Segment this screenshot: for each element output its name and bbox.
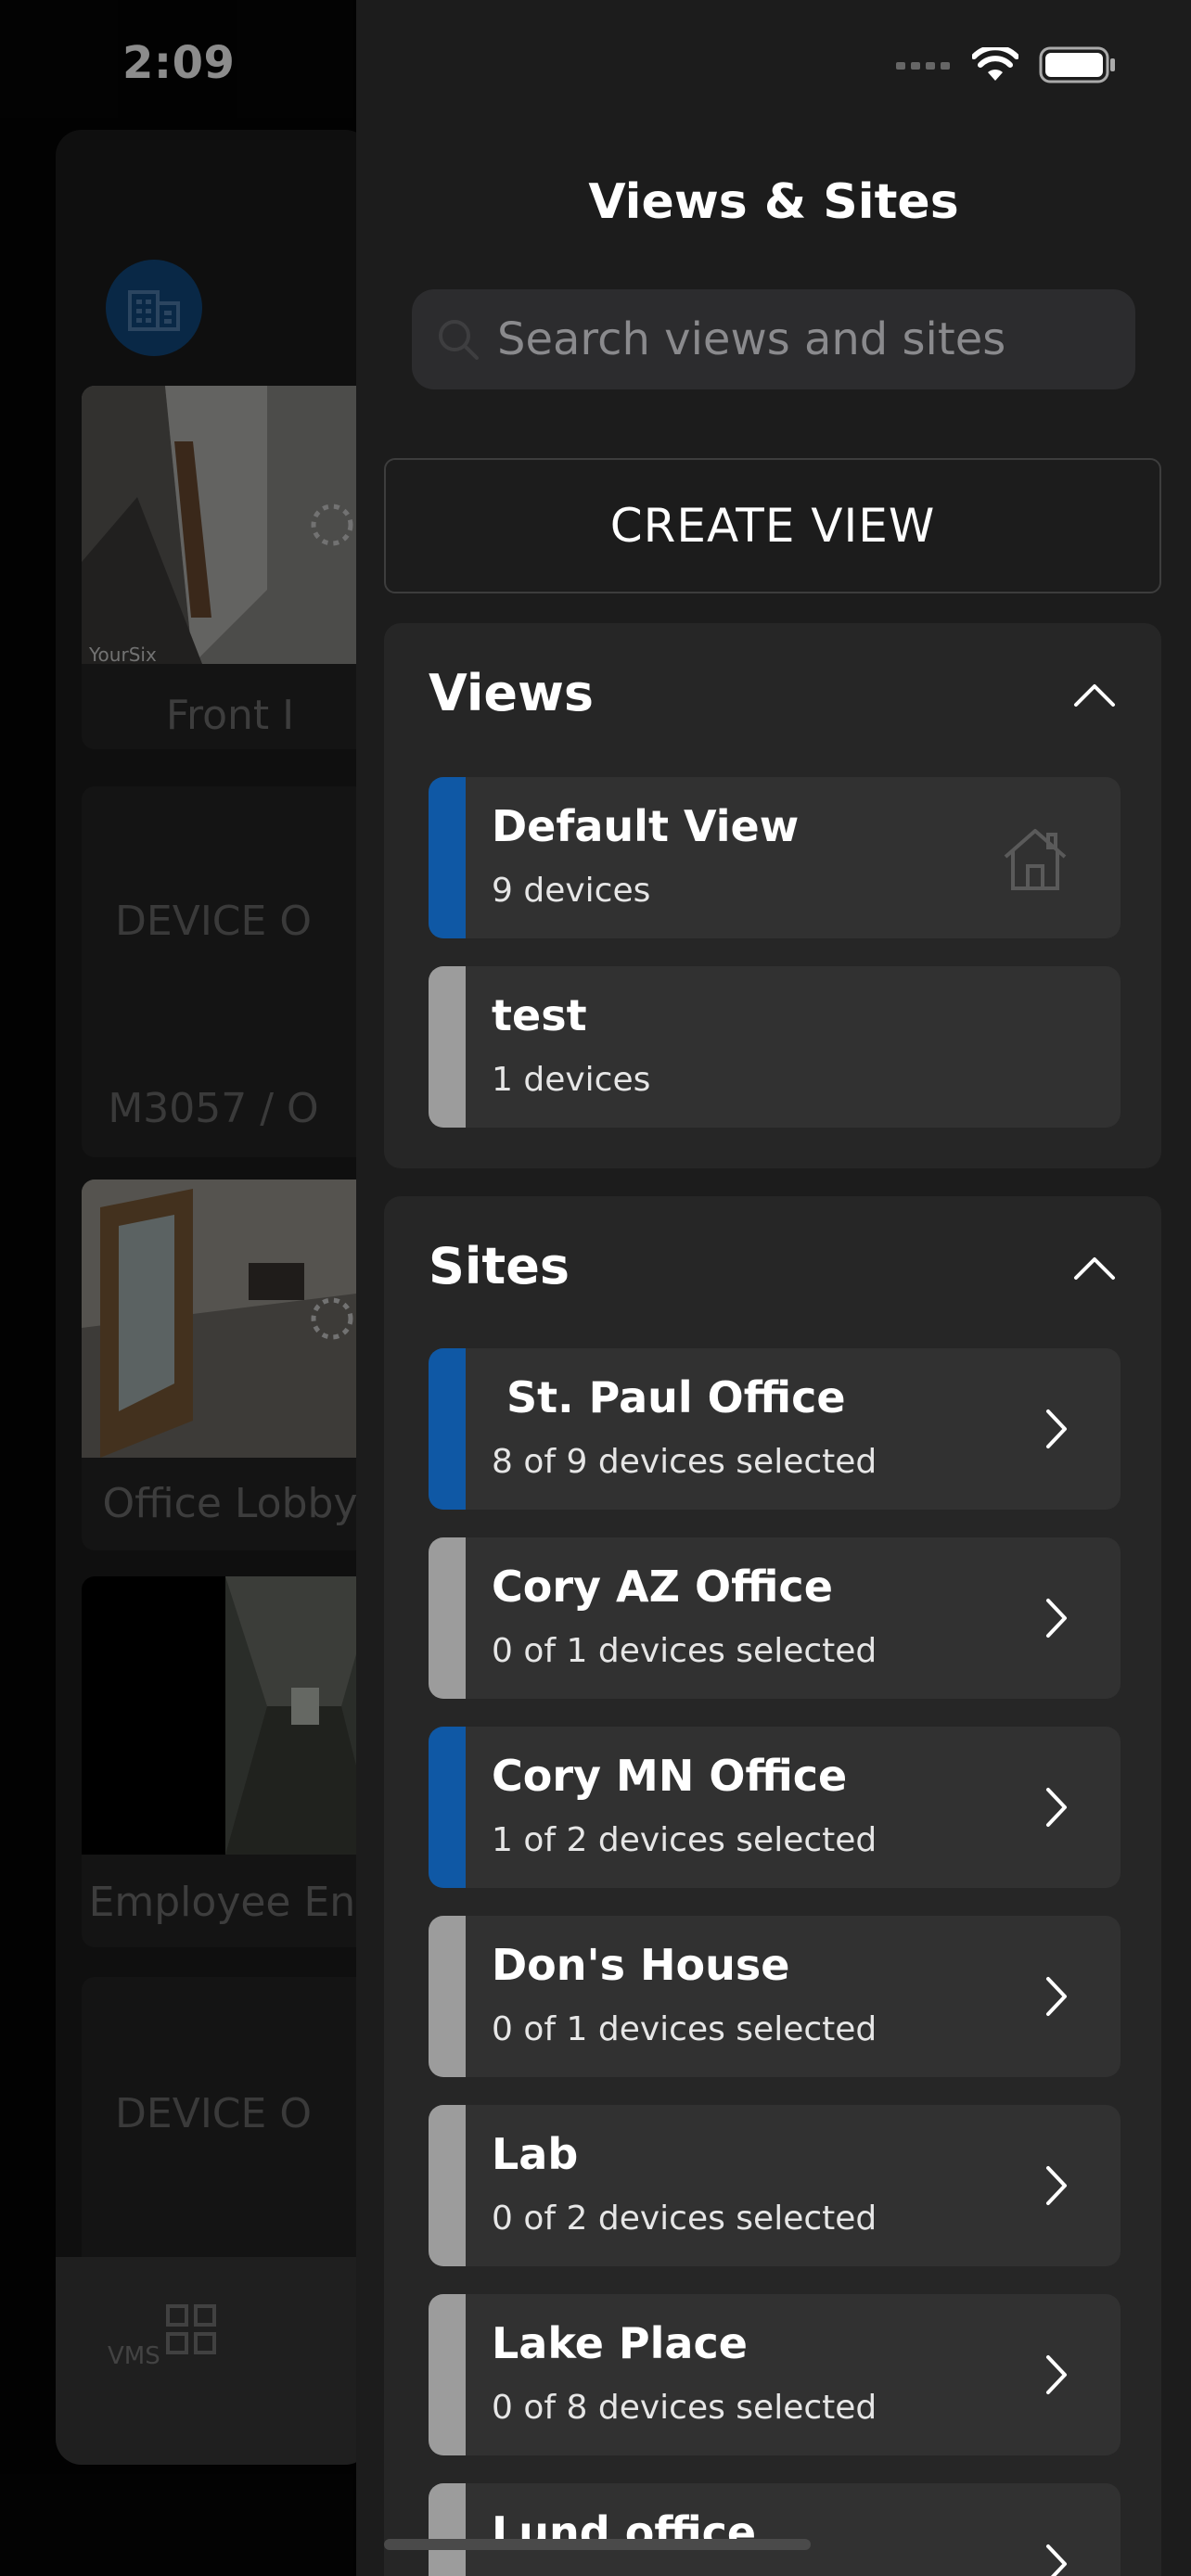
site-item-dons-house[interactable]: Don's House 0 of 1 devices selected	[429, 1916, 1121, 2077]
site-item-lund-office[interactable]: Lund office	[429, 2483, 1121, 2576]
home-icon[interactable]	[1000, 823, 1070, 894]
view-name: test	[492, 990, 587, 1040]
chevron-up-icon[interactable]	[1072, 681, 1117, 708]
selected-indicator	[429, 1348, 466, 1510]
site-name: Cory AZ Office	[492, 1562, 833, 1612]
site-item-lab[interactable]: Lab 0 of 2 devices selected	[429, 2105, 1121, 2266]
selected-indicator	[429, 1727, 466, 1888]
search-placeholder: Search views and sites	[497, 313, 1006, 365]
site-name: Don's House	[492, 1940, 790, 1990]
battery-icon	[1039, 46, 1115, 83]
site-device-count: 1 of 2 devices selected	[492, 1821, 877, 1859]
chevron-right-icon	[1046, 1788, 1067, 1827]
chevron-right-icon	[1046, 1977, 1067, 2016]
search-input[interactable]: Search views and sites	[412, 289, 1135, 389]
home-indicator	[384, 2539, 811, 2550]
site-item-st-paul-office[interactable]: St. Paul Office 8 of 9 devices selected	[429, 1348, 1121, 1510]
site-name: Lab	[492, 2129, 579, 2179]
unselected-indicator	[429, 2294, 466, 2455]
views-sites-drawer: Views & Sites Search views and sites CRE…	[356, 0, 1191, 2576]
drawer-title: Views & Sites	[588, 174, 959, 230]
create-view-button[interactable]: CREATE VIEW	[384, 458, 1161, 593]
selected-indicator	[429, 777, 466, 938]
unselected-indicator	[429, 1916, 466, 2077]
site-item-cory-mn-office[interactable]: Cory MN Office 1 of 2 devices selected	[429, 1727, 1121, 1888]
view-item-default-view[interactable]: Default View 9 devices	[429, 777, 1121, 938]
site-device-count: 0 of 8 devices selected	[492, 2389, 877, 2427]
site-name: Lake Place	[492, 2318, 748, 2368]
cellular-signal-icon	[896, 62, 950, 70]
wifi-icon	[972, 47, 1018, 81]
chevron-right-icon	[1046, 1599, 1067, 1638]
unselected-indicator	[429, 966, 466, 1128]
dim-overlay[interactable]	[0, 0, 356, 2576]
site-name: St. Paul Office	[492, 1372, 846, 1422]
chevron-right-icon	[1046, 2544, 1067, 2576]
search-icon	[439, 320, 479, 360]
chevron-right-icon	[1046, 2355, 1067, 2394]
view-device-count: 9 devices	[492, 872, 651, 910]
sites-section-title: Sites	[429, 1237, 570, 1295]
site-item-lake-place[interactable]: Lake Place 0 of 8 devices selected	[429, 2294, 1121, 2455]
views-section: Views Default View 9 devices test 1 devi…	[384, 623, 1161, 1168]
chevron-right-icon	[1046, 1409, 1067, 1448]
unselected-indicator	[429, 1537, 466, 1699]
site-device-count: 0 of 2 devices selected	[492, 2200, 877, 2238]
unselected-indicator	[429, 2105, 466, 2266]
chevron-up-icon[interactable]	[1072, 1254, 1117, 1282]
site-item-cory-az-office[interactable]: Cory AZ Office 0 of 1 devices selected	[429, 1537, 1121, 1699]
site-device-count: 0 of 1 devices selected	[492, 1632, 877, 1670]
status-icons	[896, 46, 1117, 83]
site-name: Cory MN Office	[492, 1751, 848, 1801]
site-device-count: 8 of 9 devices selected	[492, 1443, 877, 1481]
views-section-title: Views	[429, 664, 595, 722]
view-name: Default View	[492, 801, 800, 851]
view-item-test[interactable]: test 1 devices	[429, 966, 1121, 1128]
unselected-indicator	[429, 2483, 466, 2576]
view-device-count: 1 devices	[492, 1061, 651, 1099]
chevron-right-icon	[1046, 2166, 1067, 2205]
sites-section: Sites St. Paul Office 8 of 9 devices sel…	[384, 1196, 1161, 2576]
site-device-count: 0 of 1 devices selected	[492, 2010, 877, 2048]
